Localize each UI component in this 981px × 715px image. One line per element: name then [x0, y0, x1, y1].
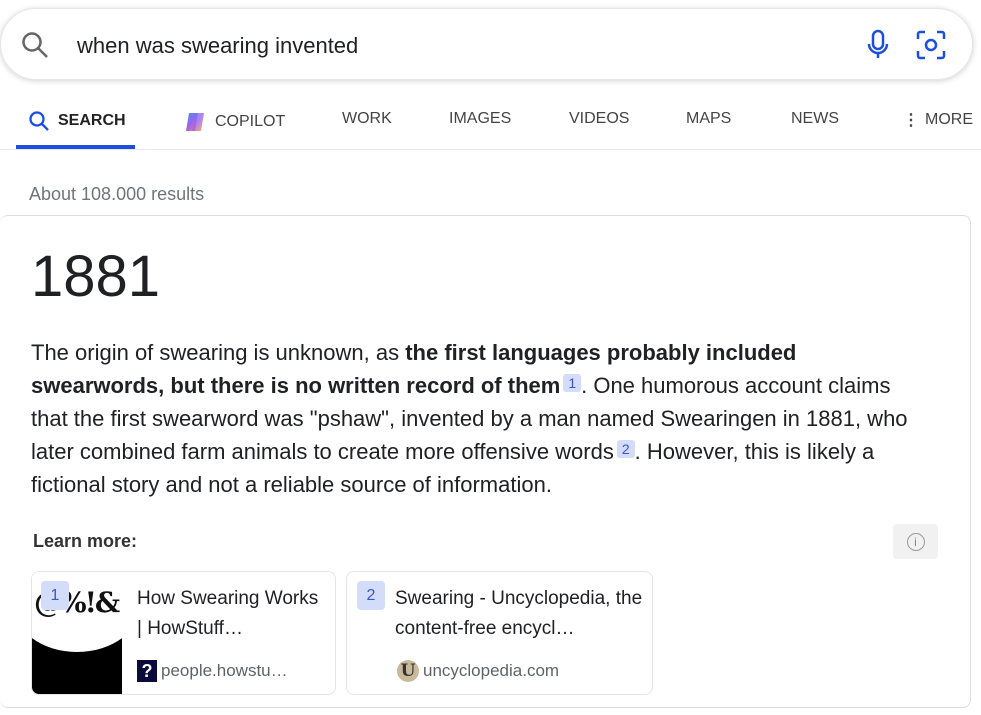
tab-images[interactable]: IMAGES: [449, 110, 511, 128]
visual-search-icon[interactable]: [915, 29, 947, 61]
tab-search[interactable]: SEARCH: [28, 110, 126, 132]
tab-label: SEARCH: [58, 112, 126, 129]
tab-maps[interactable]: MAPS: [686, 110, 731, 128]
citation-2[interactable]: 2: [616, 440, 635, 458]
info-icon[interactable]: i: [893, 524, 938, 559]
tab-label: IMAGES: [449, 110, 512, 127]
source-card-2[interactable]: 2 Swearing - Uncyclopedia, the content-f…: [346, 571, 653, 695]
howstuffworks-favicon: ?: [137, 660, 157, 682]
tab-work[interactable]: WORK: [342, 110, 392, 128]
tab-label: COPILOT: [215, 113, 286, 130]
citation-1[interactable]: 1: [563, 374, 582, 392]
tab-news[interactable]: NEWS: [791, 110, 839, 128]
search-icon: [29, 111, 49, 131]
active-tab-indicator: [16, 145, 135, 149]
answer-text-part: The origin of swearing is unknown, as: [31, 340, 406, 365]
results-count: About 108.000 results: [29, 184, 205, 204]
tab-copilot[interactable]: COPILOT: [183, 110, 285, 134]
copilot-icon: [186, 113, 204, 131]
answer-text: The origin of swearing is unknown, as th…: [31, 336, 931, 501]
answer-headline: 1881: [31, 244, 161, 309]
source-title[interactable]: How Swearing Works | HowStuff…: [137, 584, 327, 644]
microphone-icon[interactable]: [865, 29, 891, 61]
uncyclopedia-favicon: U: [397, 660, 419, 682]
source-domain: people.howstu…: [161, 661, 288, 680]
tab-videos[interactable]: VIDEOS: [569, 110, 629, 128]
more-vertical-icon: ⋮: [903, 112, 919, 129]
source-domain: uncyclopedia.com: [423, 661, 560, 680]
source-title[interactable]: Swearing - Uncyclopedia, the content-fre…: [395, 584, 645, 644]
search-icon: [22, 32, 48, 58]
tab-label: NEWS: [791, 110, 839, 127]
source-card-1[interactable]: @%!& 1 How Swearing Works | HowStuff… ? p…: [31, 571, 336, 695]
search-tabs: SEARCH COPILOT WORK IMAGES VIDEOS MAPS N…: [0, 96, 981, 150]
tab-label: WORK: [342, 110, 392, 127]
tab-more[interactable]: ⋮ MORE: [903, 110, 973, 130]
learn-more-label: Learn more:: [33, 531, 138, 551]
search-input[interactable]: when was swearing invented: [77, 33, 358, 59]
source-number: 1: [41, 581, 69, 610]
search-bar[interactable]: when was swearing invented: [0, 8, 973, 80]
tab-label: MAPS: [686, 110, 732, 127]
tab-label: MORE: [925, 111, 973, 128]
source-number: 2: [357, 581, 385, 610]
tab-label: VIDEOS: [569, 110, 630, 127]
